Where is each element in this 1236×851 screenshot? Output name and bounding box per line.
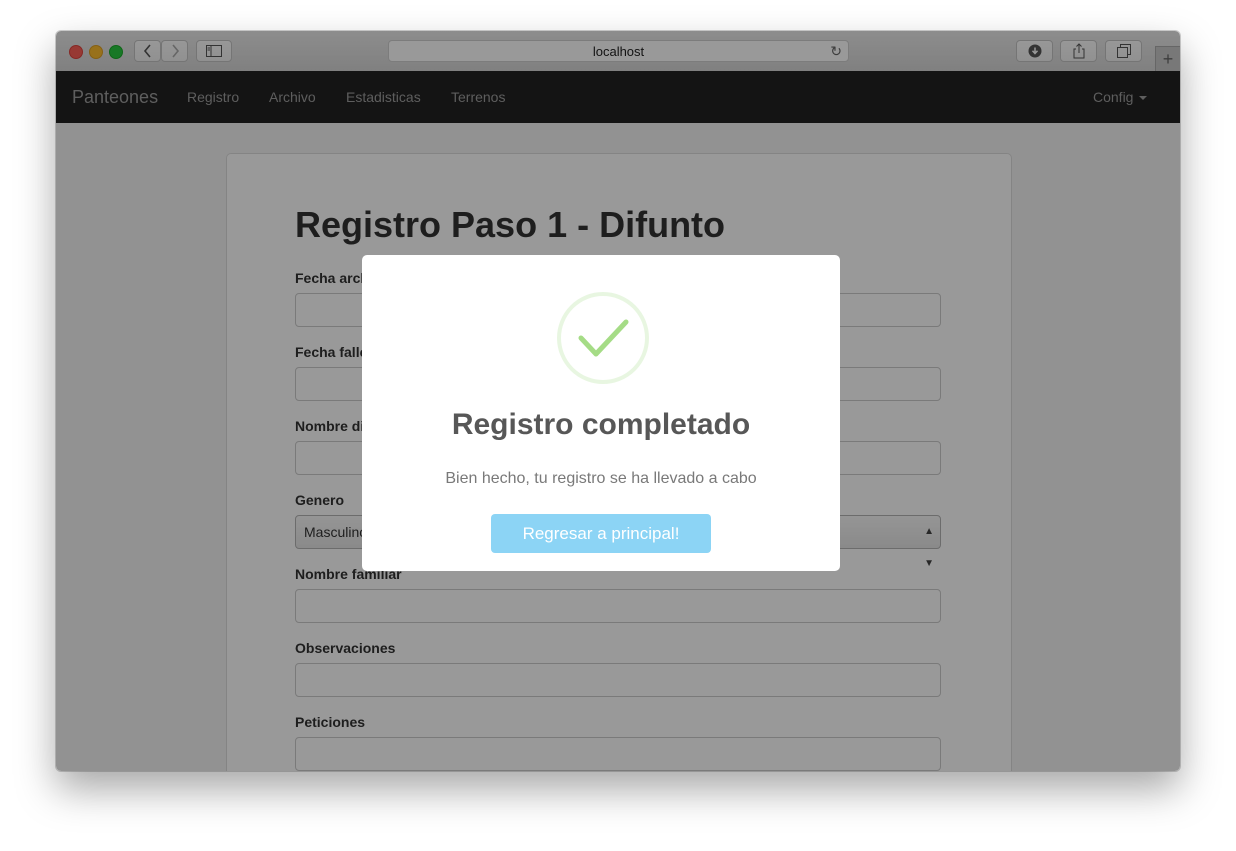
confirm-button[interactable]: Regresar a principal!	[491, 514, 711, 553]
modal-backdrop[interactable]: Registro completado Bien hecho, tu regis…	[56, 31, 1180, 771]
modal-title: Registro completado	[451, 408, 751, 441]
modal-text: Bien hecho, tu registro se ha llevado a …	[445, 470, 757, 487]
browser-window: localhost ↻ + Panteones Registro Archivo…	[56, 31, 1180, 771]
check-mark-icon	[578, 319, 629, 357]
success-check-icon	[557, 292, 649, 384]
success-modal: Registro completado Bien hecho, tu regis…	[362, 255, 840, 571]
